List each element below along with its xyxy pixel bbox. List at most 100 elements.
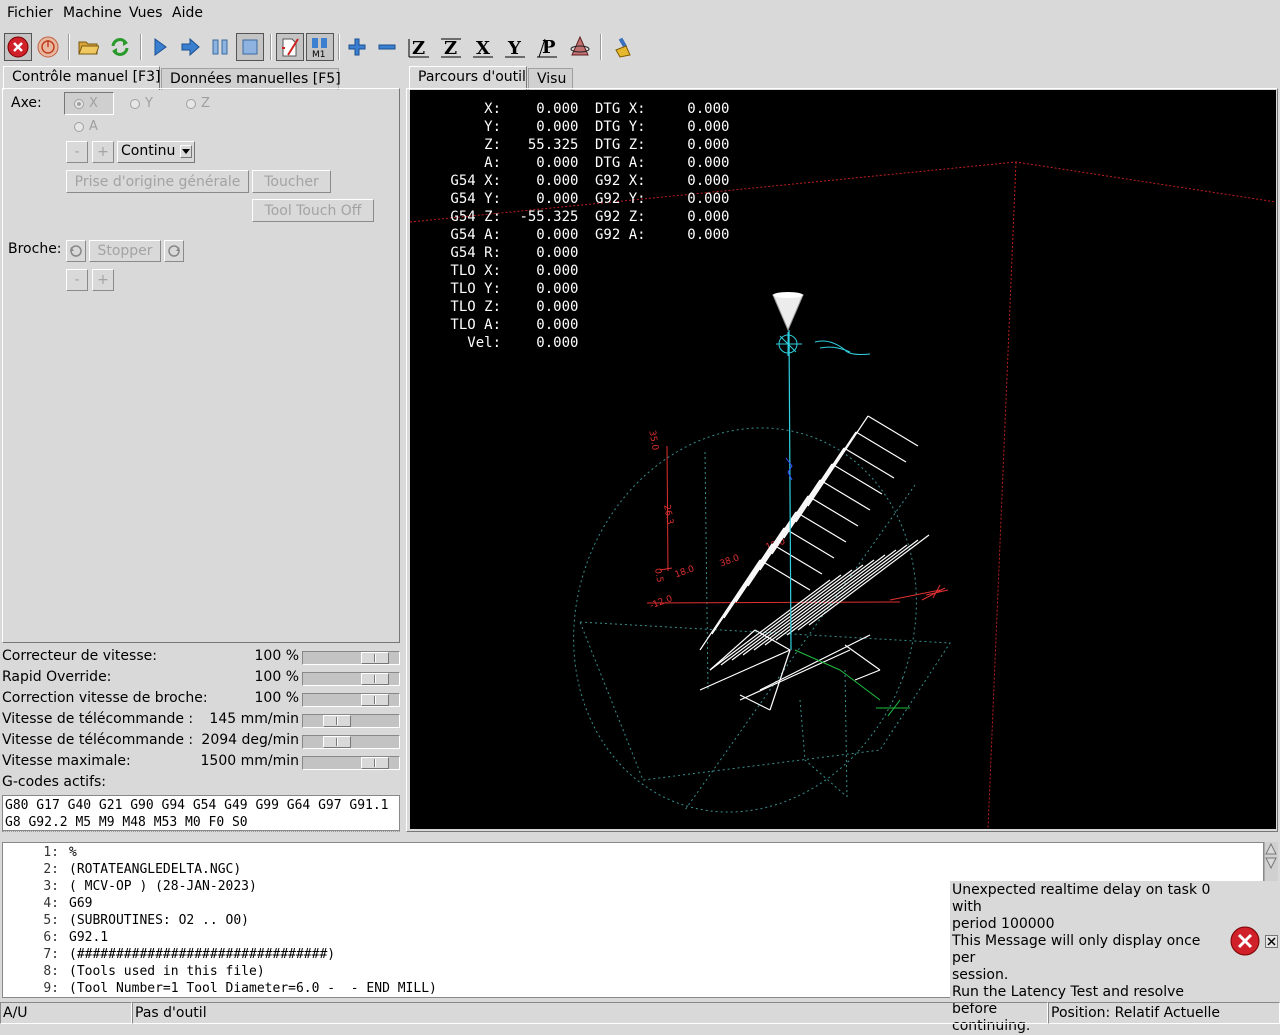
tool-touch-off-button[interactable]: Tool Touch Off (252, 199, 374, 222)
spindle-minus-button[interactable]: - (66, 269, 88, 291)
spindle-forward-icon[interactable] (164, 240, 184, 262)
toolpath-segment (769, 649, 791, 711)
gcode-line[interactable]: ( MCV-OP ) (28-JAN-2023) (69, 879, 257, 894)
dro-row: DTG A: 0.000 (595, 154, 729, 172)
dro-label: G92 Z: (595, 209, 646, 225)
active-gcodes-line: G80 G17 G40 G21 G90 G94 G54 G49 G99 G64 … (5, 798, 389, 813)
home-all-button[interactable]: Prise d'origine générale (66, 170, 249, 193)
slider-track[interactable] (302, 672, 400, 686)
view-z2-icon[interactable]: Z (437, 33, 465, 61)
axis-z-radio[interactable]: Z (186, 96, 210, 111)
toolpath-segment (795, 431, 857, 523)
view-p-icon[interactable]: P (533, 33, 561, 61)
tab-toolpath[interactable]: Parcours d'outil (409, 66, 527, 90)
toolpath-segment (742, 564, 864, 656)
dro-row: G92 Y: 0.000 (595, 190, 729, 208)
power-icon[interactable] (34, 33, 62, 61)
slider-track[interactable] (302, 714, 400, 728)
toolpath-segment (723, 527, 785, 619)
toolpath-segment (783, 527, 835, 559)
message-line: session. (952, 967, 1009, 983)
slider-track[interactable] (302, 693, 400, 707)
rotate-view-icon[interactable] (566, 33, 594, 61)
slider-thumb[interactable] (361, 673, 389, 685)
tab-manual-control[interactable]: Contrôle manuel [F3] (3, 66, 160, 90)
tab-mdi[interactable]: Données manuelles [F5] (161, 68, 341, 90)
axis-y-radio[interactable]: Y (130, 96, 153, 111)
gcode-line[interactable]: G92.1 (69, 930, 108, 945)
axis-glyph (794, 649, 910, 717)
jog-minus-button[interactable]: - (66, 141, 88, 163)
dro-value: 0.000 (653, 173, 730, 189)
slider-label: Vitesse maximale: (2, 753, 131, 769)
rotary-envelope (573, 427, 951, 813)
toolpath-preview[interactable]: 35.0 26.3 0.5 -12.0 18.0 38.0 10.0 X: 0.… (410, 90, 1276, 829)
clear-plot-icon[interactable] (609, 33, 637, 61)
menu-machine[interactable]: Machine (63, 5, 122, 21)
toolpath-segment (831, 463, 883, 495)
gcode-line[interactable]: (################################) (69, 947, 335, 962)
open-file-icon[interactable] (74, 33, 102, 61)
view-z-icon[interactable]: Z (405, 33, 433, 61)
active-gcodes-line: G8 G92.2 M5 M9 M48 M53 M0 F0 S0 (5, 815, 248, 830)
line-number: 8: (43, 964, 59, 979)
touch-off-button[interactable]: Toucher (252, 170, 331, 193)
gcode-line[interactable]: % (69, 845, 77, 860)
slider-thumb[interactable] (361, 652, 389, 664)
gcode-line[interactable]: (Tools used in this file) (69, 964, 265, 979)
spindle-plus-button[interactable]: + (92, 269, 114, 291)
close-icon[interactable] (1265, 935, 1278, 948)
axis-x-radio[interactable]: X (64, 92, 114, 115)
dro-label: G54 A: (442, 227, 502, 243)
gcode-line[interactable]: G69 (69, 896, 92, 911)
slider-thumb[interactable] (361, 757, 389, 769)
toolpath-segment (739, 694, 771, 711)
view-x-icon[interactable]: X (469, 33, 497, 61)
view-y-icon[interactable]: Y (501, 33, 529, 61)
optional-stop-icon[interactable]: M1 (306, 33, 334, 61)
menu-fichier[interactable]: Fichier (7, 5, 53, 21)
gcode-line[interactable]: (SUBROUTINES: O2 .. O0) (69, 913, 249, 928)
status-tool: Pas d'outil (132, 1002, 1048, 1024)
toolpath-segment (808, 534, 930, 626)
spindle-stop-button[interactable]: Stopper (89, 240, 161, 262)
run-icon[interactable] (146, 33, 174, 61)
spindle-reverse-icon[interactable] (66, 240, 86, 262)
axis-extents (646, 445, 946, 604)
zoom-in-icon[interactable] (343, 33, 371, 61)
slider-track[interactable] (302, 756, 400, 770)
dro-value: 0.000 (511, 335, 579, 351)
toolpath-segment (739, 649, 851, 701)
menu-aide[interactable]: Aide (172, 5, 203, 21)
estop-icon[interactable] (4, 33, 32, 61)
toolpath-segment (786, 544, 908, 636)
jog-plus-button[interactable]: + (92, 141, 114, 163)
stop-icon[interactable] (236, 33, 264, 61)
slider-track[interactable] (302, 651, 400, 665)
svg-text:X: X (476, 38, 490, 59)
jog-mode-select[interactable]: Continu (117, 141, 195, 163)
slider-thumb[interactable] (361, 694, 389, 706)
block-delete-icon[interactable] (276, 33, 304, 61)
slider-track[interactable] (302, 735, 400, 749)
gcode-line[interactable]: (Tool Number=1 Tool Diameter=6.0 - - END… (69, 981, 437, 996)
dro-value: 0.000 (511, 263, 579, 279)
step-icon[interactable] (176, 33, 204, 61)
zoom-out-icon[interactable] (373, 33, 401, 61)
menu-vues[interactable]: Vues (129, 5, 162, 21)
tab-visu[interactable]: Visu (528, 68, 573, 90)
toolpath-segment (775, 549, 897, 641)
gcodes-resize-grip[interactable] (2, 831, 400, 838)
dro-value: 0.000 (511, 191, 579, 207)
gcode-line[interactable]: (ROTATEANGLEDELTA.NGC) (69, 862, 241, 877)
dro-row: TLO A: 0.000 (442, 316, 578, 334)
pause-icon[interactable] (206, 33, 234, 61)
slider-thumb[interactable] (323, 736, 351, 748)
dro-value: 0.000 (653, 227, 730, 243)
slider-thumb[interactable] (323, 715, 351, 727)
axis-a-radio[interactable]: A (74, 119, 98, 134)
reload-icon[interactable] (106, 33, 134, 61)
dro-label: G54 R: (442, 245, 502, 261)
active-gcodes-label: G-codes actifs: (2, 774, 107, 790)
dro-label: Y: (442, 119, 502, 135)
